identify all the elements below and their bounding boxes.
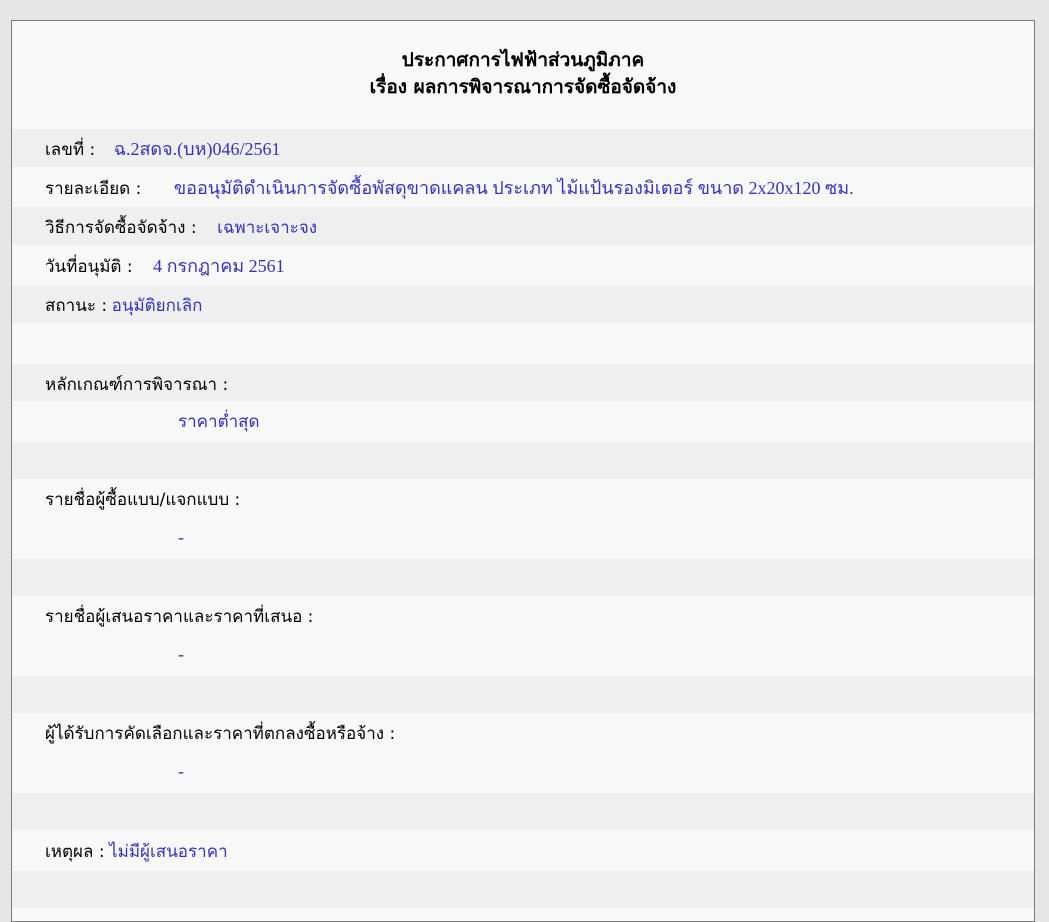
number-value: ฉ.2สดจ.(บห)046/2561 xyxy=(113,139,281,159)
method-row: วิธีการจัดซื้อจัดจ้าง : เฉพาะเจาะจง xyxy=(12,207,1034,245)
method-label: วิธีการจัดซื้อจัดจ้าง : xyxy=(45,218,197,238)
number-row: เลขที่ : ฉ.2สดจ.(บห)046/2561 xyxy=(12,129,1034,167)
spacer xyxy=(12,871,1034,908)
spacer xyxy=(12,676,1034,713)
header-subject: เรื่อง ผลการพิจารณาการจัดซื้อจัดจ้าง xyxy=(369,76,677,98)
reason-row: เหตุผล : ไม่มีผู้เสนอราคา xyxy=(12,830,1034,871)
criteria-value-row: ราคาต่ำสุด xyxy=(12,401,1034,442)
criteria-value: ราคาต่ำสุด xyxy=(178,412,260,432)
buyers-value: - xyxy=(178,527,184,547)
spacer xyxy=(12,793,1034,830)
approval-date-value: 4 กรกฎาคม 2561 xyxy=(153,256,285,276)
detail-label: รายละเอียด : xyxy=(45,179,142,199)
detail-row: รายละเอียด : ขออนุมัติดำเนินการจัดซื้อพั… xyxy=(12,167,1034,207)
detail-value: ขออนุมัติดำเนินการจัดซื้อพัสดุขาดแคลน ปร… xyxy=(173,178,854,198)
bidders-label: รายชื่อผู้เสนอราคาและราคาที่เสนอ : xyxy=(45,607,314,627)
bidders-value: - xyxy=(178,644,184,664)
winner-label: ผู้ได้รับการคัดเลือกและราคาที่ตกลงซื้อหร… xyxy=(45,724,396,744)
winner-value: - xyxy=(178,761,184,781)
approval-date-row: วันที่อนุมัติ : 4 กรกฎาคม 2561 xyxy=(12,245,1034,286)
status-label: สถานะ : xyxy=(45,296,108,316)
buyers-label: รายชื่อผู้ซื้อแบบ/แจกแบบ : xyxy=(45,490,241,510)
status-value: อนุมัติยกเลิก xyxy=(111,296,203,316)
buyers-row: รายชื่อผู้ซื้อแบบ/แจกแบบ : - xyxy=(12,479,1034,559)
criteria-label: หลักเกณฑ์การพิจารณา : xyxy=(45,375,229,395)
method-value: เฉพาะเจาะจง xyxy=(217,218,318,238)
spacer xyxy=(12,442,1034,479)
spacer xyxy=(12,323,1034,364)
spacer xyxy=(12,559,1034,596)
announcement-panel: ประกาศการไฟฟ้าส่วนภูมิภาค เรื่อง ผลการพิ… xyxy=(11,20,1035,922)
approval-date-label: วันที่อนุมัติ : xyxy=(45,257,133,277)
announcement-header: ประกาศการไฟฟ้าส่วนภูมิภาค เรื่อง ผลการพิ… xyxy=(12,21,1034,129)
reason-value: ไม่มีผู้เสนอราคา xyxy=(109,842,228,862)
number-label: เลขที่ : xyxy=(45,140,96,160)
winner-row: ผู้ได้รับการคัดเลือกและราคาที่ตกลงซื้อหร… xyxy=(12,713,1034,793)
status-row: สถานะ : อนุมัติยกเลิก xyxy=(12,286,1034,323)
criteria-label-row: หลักเกณฑ์การพิจารณา : xyxy=(12,364,1034,401)
header-title: ประกาศการไฟฟ้าส่วนภูมิภาค xyxy=(401,49,645,71)
bidders-row: รายชื่อผู้เสนอราคาและราคาที่เสนอ : - xyxy=(12,596,1034,676)
reason-label: เหตุผล : xyxy=(45,842,105,862)
